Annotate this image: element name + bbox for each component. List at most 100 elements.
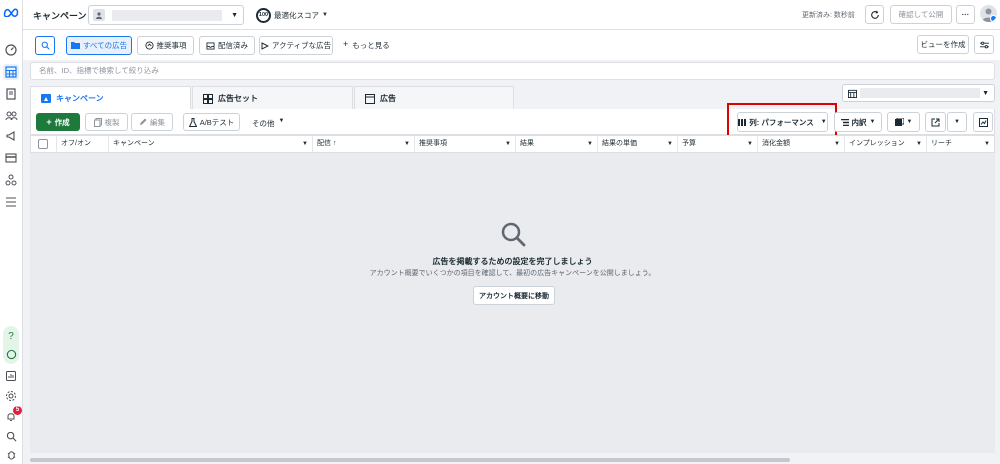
column-header-label: 配信 ↑: [317, 140, 337, 147]
search-toggle-button[interactable]: [35, 36, 55, 55]
column-header-budget[interactable]: 予算 ▼: [677, 136, 757, 152]
filter-bar: すべての広告 推奨事項 配信済み アクティブな広告 + もっと見る ビューを作成: [23, 30, 1000, 60]
duplicate-button[interactable]: 複製: [85, 113, 128, 131]
dashboard-icon[interactable]: [3, 42, 19, 58]
horizontal-scrollbar[interactable]: [30, 458, 790, 462]
empty-state-description: アカウント概要でいくつかの項目を確認して、最初の広告キャンペーンを公開しましょう…: [369, 270, 656, 277]
column-header-impressions[interactable]: インプレッション ▼: [844, 136, 926, 152]
column-header-delivery[interactable]: 配信 ↑ ▼: [312, 136, 414, 152]
breakdown-label: 内訳: [851, 117, 867, 127]
reports-icon[interactable]: [3, 368, 19, 384]
filter-delivered-label: 配信済み: [218, 41, 248, 50]
help-icon[interactable]: ?: [3, 328, 19, 344]
column-header-label: 消化金額: [762, 140, 790, 147]
export-dropdown-button[interactable]: ▼: [947, 112, 967, 132]
customize-filters-button[interactable]: [974, 35, 994, 54]
chat-bubble-icon[interactable]: [3, 346, 19, 362]
column-header-label: 予算: [682, 140, 696, 147]
tab-ads-label: 広告: [380, 94, 396, 103]
chevron-down-icon: ▼: [302, 141, 308, 147]
table-toolbar: + 作成 複製 編集 A/Bテスト その他 ▼ 列: パフォーマンス ▼ 内訳 …: [30, 103, 995, 140]
chevron-down-icon: ▼: [505, 141, 511, 147]
play-icon: [261, 41, 269, 50]
optimization-score[interactable]: 100 最適化スコア ▼: [256, 6, 338, 24]
all-tools-menu-icon[interactable]: [3, 194, 19, 210]
more-actions-dropdown[interactable]: その他 ▼: [252, 118, 284, 129]
filter-recommendations[interactable]: 推奨事項: [137, 36, 194, 55]
column-header-label: 結果: [520, 140, 534, 147]
charts-button[interactable]: [973, 112, 993, 132]
tab-campaigns[interactable]: キャンペーン: [30, 86, 191, 112]
see-more-filters[interactable]: + もっと見る: [343, 40, 390, 51]
audiences-icon[interactable]: [3, 108, 19, 124]
go-to-account-overview-button[interactable]: アカウント概要に移動: [473, 286, 555, 305]
chevron-down-icon: ▼: [834, 141, 840, 147]
export-button[interactable]: [925, 112, 946, 132]
chevron-down-icon: ▼: [278, 118, 285, 124]
column-header-label: 推奨事項: [419, 140, 447, 147]
profile-avatar[interactable]: [980, 5, 997, 22]
search-icon[interactable]: [3, 428, 19, 444]
date-range-selector[interactable]: ▼: [842, 84, 995, 102]
more-options-button[interactable]: ···: [956, 5, 975, 24]
see-more-label: もっと見る: [352, 41, 390, 50]
account-selector[interactable]: ▼: [88, 5, 244, 25]
edit-button[interactable]: 編集: [131, 113, 173, 131]
calendar-icon: [848, 89, 857, 98]
recommendation-icon: [144, 41, 154, 50]
column-header-label: インプレッション: [849, 140, 905, 147]
reports-dropdown-button[interactable]: ▼: [887, 112, 920, 132]
billing-card-icon[interactable]: [3, 150, 19, 166]
notification-count-badge: 5: [13, 406, 22, 415]
meta-logo-icon[interactable]: [3, 4, 19, 20]
plus-icon: +: [46, 117, 52, 127]
search-icon: [41, 41, 50, 50]
tab-ad-sets[interactable]: 広告セット: [192, 86, 353, 110]
ab-test-label: A/Bテスト: [199, 117, 235, 127]
column-header-on-off[interactable]: オフ/オン: [56, 136, 108, 152]
column-header-campaign[interactable]: キャンペーン ▼: [108, 136, 312, 152]
chevron-down-icon: ▼: [322, 12, 328, 18]
business-settings-icon[interactable]: [3, 172, 19, 188]
filter-all-ads[interactable]: すべての広告: [66, 36, 132, 55]
filter-all-ads-label: すべての広告: [82, 41, 128, 50]
search-input[interactable]: 名前、ID、指標で検索して絞り込み: [30, 62, 995, 80]
filter-delivered[interactable]: 配信済み: [199, 36, 255, 55]
export-icon: [931, 118, 940, 126]
column-header-results[interactable]: 結果 ▼: [515, 136, 597, 152]
refresh-button[interactable]: [865, 5, 884, 24]
more-actions-label: その他: [252, 119, 275, 128]
optimization-label: 最適化スコア: [274, 10, 319, 20]
create-view-button[interactable]: ビューを作成: [917, 35, 969, 54]
campaign-megaphone-icon[interactable]: [3, 128, 19, 144]
ab-test-button[interactable]: A/Bテスト: [183, 113, 240, 131]
settings-gear-icon[interactable]: [3, 388, 19, 404]
pages-icon[interactable]: [3, 86, 19, 102]
chevron-down-icon: ▼: [667, 141, 673, 147]
sliders-icon: [979, 41, 989, 48]
flask-icon: [188, 117, 197, 127]
column-header-reach[interactable]: リーチ ▼: [926, 136, 994, 152]
empty-state-area: 広告を掲載するための設定を完了しましょう アカウント概要でいくつかの項目を確認し…: [30, 153, 995, 462]
create-button[interactable]: + 作成: [36, 113, 80, 131]
bug-report-icon[interactable]: [3, 446, 19, 462]
review-and-publish-button[interactable]: 確認して公開: [890, 5, 952, 24]
breakdown-button[interactable]: 内訳 ▼: [834, 112, 882, 132]
last-updated-text: 更新済み: 数秒前: [802, 12, 855, 19]
column-header-cost-per-result[interactable]: 結果の単価 ▼: [597, 136, 677, 152]
ads-manager-table-icon[interactable]: [3, 64, 19, 80]
column-header-amount-spent[interactable]: 消化金額 ▼: [757, 136, 844, 152]
empty-state-title: 広告を掲載するための設定を完了しましょう: [432, 257, 593, 266]
inbox-icon: [206, 41, 215, 50]
chevron-down-icon: ▼: [982, 89, 989, 97]
grid-icon: [203, 93, 213, 104]
tab-ads[interactable]: 広告: [354, 86, 514, 110]
column-header-recommendations[interactable]: 推奨事項 ▼: [414, 136, 515, 152]
folder-icon: [70, 42, 80, 49]
select-all-checkbox[interactable]: [38, 139, 48, 149]
magnifier-empty-icon: [500, 221, 526, 247]
filter-active-ads-label: アクティブな広告: [271, 41, 332, 50]
filter-recommendations-label: 推奨事項: [156, 41, 187, 50]
filter-active-ads[interactable]: アクティブな広告: [259, 36, 333, 55]
pencil-icon: [140, 118, 147, 125]
